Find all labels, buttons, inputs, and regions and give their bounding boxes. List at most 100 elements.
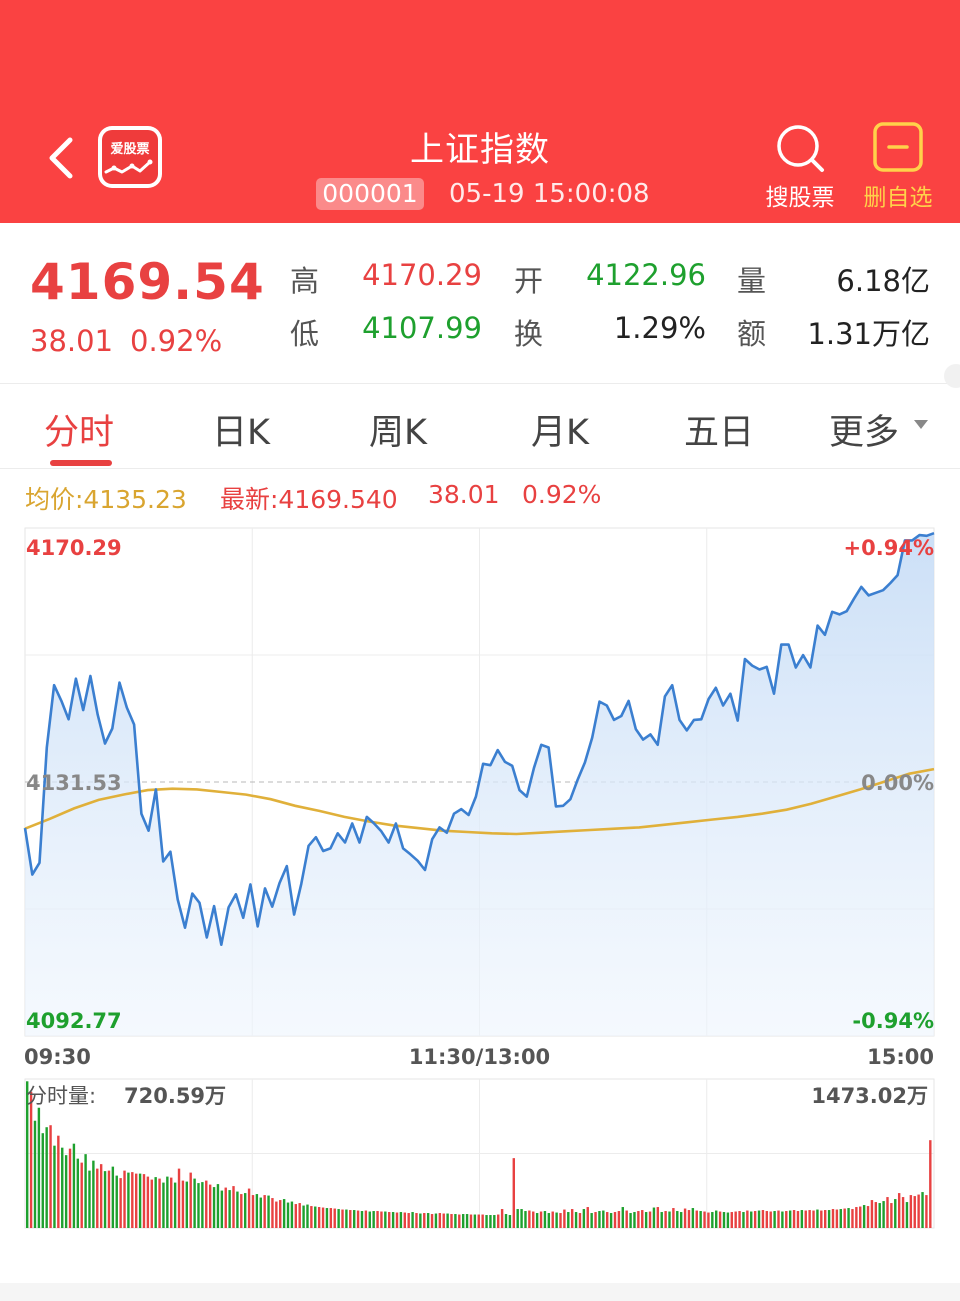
search-stock-button[interactable]: 搜股票 (758, 122, 842, 212)
volume-bar (921, 1192, 924, 1228)
volume-bar (461, 1214, 465, 1228)
volume-bar (582, 1209, 586, 1228)
volume-bar (360, 1211, 364, 1228)
change-info: 38.01 (428, 480, 500, 509)
volume-bar (699, 1211, 702, 1228)
volume-bar (847, 1208, 850, 1228)
tab-monthly-k[interactable]: 月K (531, 404, 589, 455)
volume-bar (742, 1212, 745, 1228)
volume-bar (29, 1091, 33, 1228)
app-logo[interactable]: 爱股票 (98, 126, 162, 188)
turnover-value: 1.29% (613, 311, 706, 345)
volume-bar (781, 1211, 784, 1228)
volume-bar (72, 1143, 76, 1228)
volume-bar (512, 1158, 515, 1228)
volume-bar (609, 1213, 613, 1228)
remove-favorite-icon (873, 122, 923, 172)
tab-weekly-k[interactable]: 周K (369, 404, 427, 455)
volume-bar (570, 1209, 574, 1228)
volume-bar (384, 1211, 387, 1228)
volume-bar (679, 1212, 683, 1228)
volume-bar (391, 1212, 395, 1228)
price-change-percent: 0.92% (130, 324, 223, 358)
volume-bar (306, 1204, 309, 1228)
volume-bar (606, 1212, 609, 1228)
high-label: 高 (290, 264, 320, 298)
low-label: 低 (290, 317, 320, 351)
volume-bar (430, 1214, 434, 1228)
volume-bar (683, 1208, 687, 1228)
volume-bar (664, 1211, 667, 1228)
bottom-bar (0, 1283, 960, 1301)
volume-bar (481, 1214, 484, 1228)
volume-bar (325, 1208, 329, 1228)
open-label: 开 (514, 264, 544, 298)
volume-bar (438, 1213, 442, 1228)
open-value: 4122.96 (586, 258, 706, 292)
volume-bar (563, 1209, 566, 1228)
volume-bar (205, 1180, 208, 1228)
volume-bar (730, 1212, 733, 1228)
volume-bar (637, 1211, 640, 1228)
tab-more[interactable]: 更多 (829, 404, 899, 455)
volume-bar (543, 1211, 547, 1228)
volume-bar (135, 1173, 138, 1228)
chevron-down-icon (914, 420, 928, 429)
volume-bar (41, 1133, 44, 1228)
volume-bar (411, 1212, 414, 1228)
volume-bar (224, 1187, 227, 1228)
volume-bar (181, 1180, 185, 1228)
volume-bar (792, 1210, 796, 1228)
volume-bar (329, 1208, 333, 1228)
volume-bar (831, 1209, 835, 1228)
tab-daily-k[interactable]: 日K (212, 404, 270, 455)
turnover-label: 换 (514, 317, 544, 351)
volume-bar (851, 1209, 854, 1228)
amount-label: 额 (737, 317, 767, 351)
intraday-volume-chart[interactable]: 分时量: 720.59万 1473.02万 (0, 1075, 960, 1281)
volume-bar (843, 1208, 846, 1228)
volume-bar (275, 1201, 278, 1228)
intraday-price-chart[interactable]: 4170.29 4131.53 4092.77 +0.94% 0.00% -0.… (0, 520, 960, 1075)
volume-bar (232, 1186, 235, 1228)
high-value: 4170.29 (362, 258, 482, 292)
remove-favorite-label: 删自选 (863, 185, 933, 211)
volume-bar (103, 1171, 107, 1228)
volume-bar (718, 1211, 722, 1228)
volume-bar (290, 1201, 294, 1228)
volume-bar (426, 1213, 430, 1228)
volume-bar (407, 1213, 410, 1228)
volume-bar (150, 1179, 153, 1228)
volume-bar (310, 1206, 313, 1228)
tab-five-day[interactable]: 五日 (684, 404, 754, 455)
volume-bar (142, 1174, 146, 1228)
volume-bar (753, 1211, 757, 1228)
volume-bar (84, 1154, 87, 1228)
volume-bar (551, 1211, 554, 1228)
volume-bar (539, 1211, 543, 1228)
volume-bar (477, 1214, 480, 1228)
volume-bar (500, 1209, 504, 1228)
volume-bar (189, 1172, 192, 1228)
volume-bar (162, 1182, 165, 1228)
volume-bar (212, 1187, 216, 1228)
tab-intraday[interactable]: 分时 (44, 404, 114, 455)
volume-bar (37, 1107, 41, 1228)
volume-bar (598, 1211, 601, 1228)
volume-bar (442, 1213, 445, 1228)
volume-bar (660, 1212, 663, 1228)
volume-bar (808, 1210, 811, 1228)
volume-bar (88, 1170, 91, 1228)
volume-bar (516, 1209, 519, 1228)
volume-bar (201, 1182, 204, 1228)
volume-bar (707, 1212, 710, 1228)
volume-bar (555, 1212, 558, 1228)
volume-bar (255, 1194, 259, 1228)
volume-bar (532, 1211, 535, 1228)
volume-bar (750, 1211, 753, 1228)
volume-bar (761, 1210, 765, 1228)
volume-bar (80, 1162, 83, 1228)
remove-favorite-button[interactable]: 删自选 (858, 122, 938, 212)
volume-bar (929, 1140, 932, 1228)
back-arrow-icon[interactable] (40, 132, 84, 184)
